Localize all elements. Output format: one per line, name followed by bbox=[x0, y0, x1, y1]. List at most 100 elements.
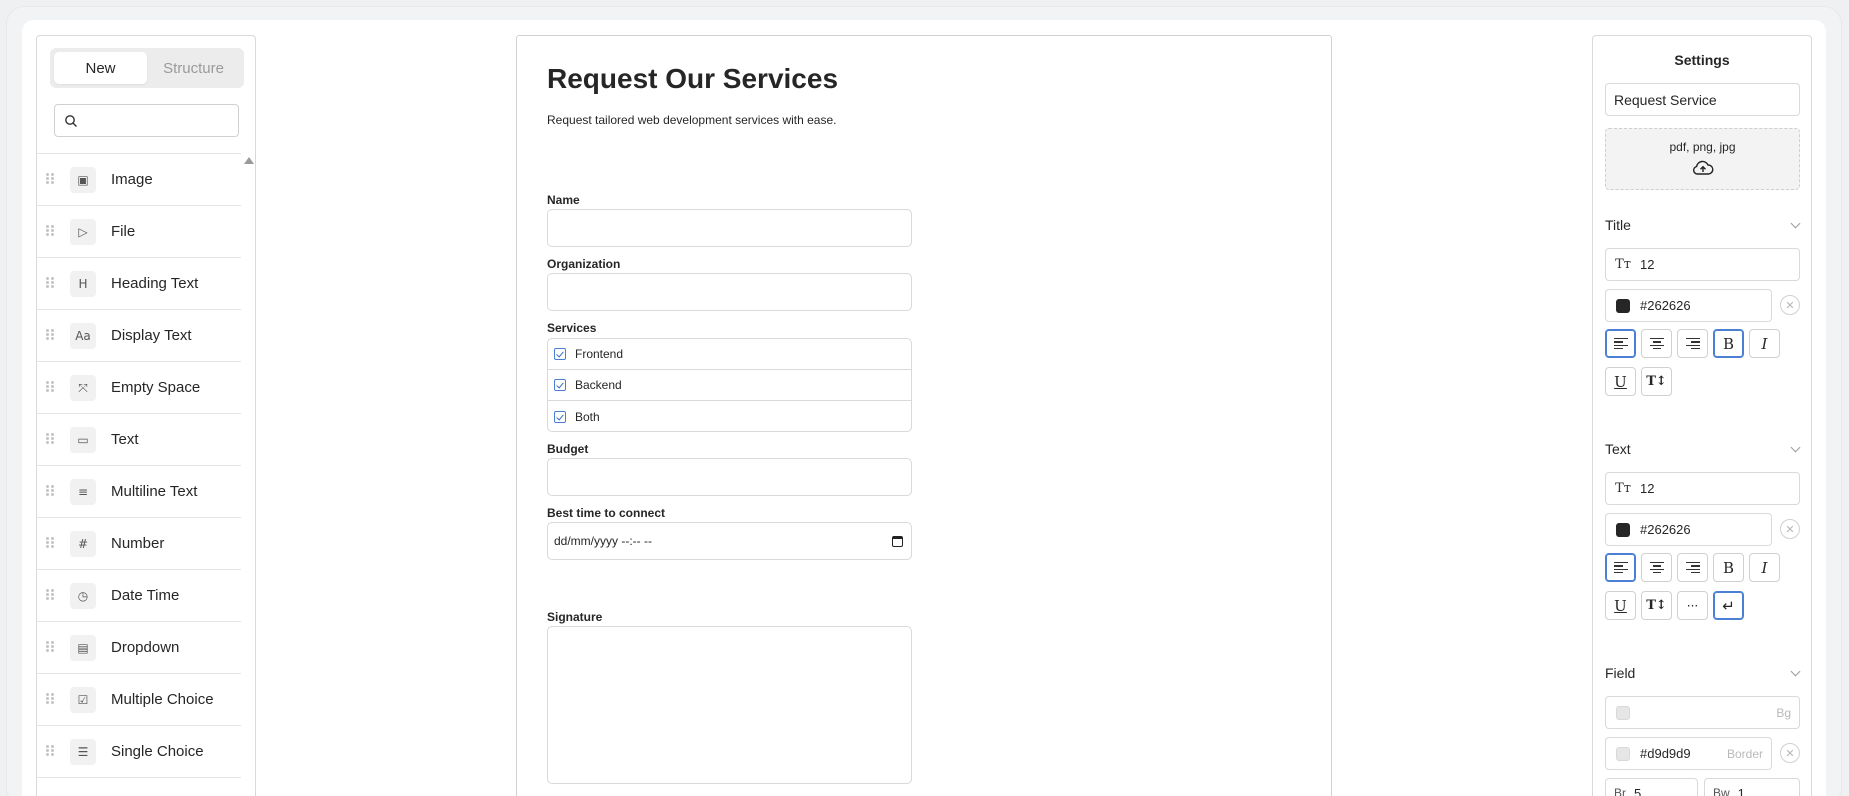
element-list-item[interactable]: ▣ Image bbox=[37, 154, 241, 206]
line-height-button[interactable]: T↕ bbox=[1641, 591, 1672, 620]
chevron-down-icon[interactable] bbox=[1790, 442, 1801, 453]
service-option-frontend[interactable]: Frontend bbox=[548, 339, 911, 370]
image-icon: ▣ bbox=[70, 167, 96, 193]
element-list-item[interactable]: ≡ Multiline Text bbox=[37, 466, 241, 518]
calendar-icon[interactable] bbox=[892, 536, 903, 547]
underline-button[interactable]: U bbox=[1605, 367, 1636, 396]
element-list-item[interactable]: ◷ Date Time bbox=[37, 570, 241, 622]
text-font-size-input[interactable]: Tт 12 bbox=[1605, 472, 1800, 505]
field-border-color-input[interactable]: #d9d9d9 Border bbox=[1605, 737, 1772, 770]
field-section-label[interactable]: Field bbox=[1605, 665, 1635, 681]
drag-handle-icon[interactable] bbox=[46, 641, 54, 653]
title-section-label[interactable]: Title bbox=[1605, 217, 1631, 233]
bold-button[interactable]: B bbox=[1713, 553, 1744, 582]
title-font-size-input[interactable]: Tт 12 bbox=[1605, 248, 1800, 281]
drag-handle-icon[interactable] bbox=[46, 589, 54, 601]
element-list-item[interactable]: ▭ Text bbox=[37, 414, 241, 466]
element-list-item[interactable]: ⤧ Empty Space bbox=[37, 362, 241, 414]
clear-color-icon[interactable]: ✕ bbox=[1780, 295, 1800, 315]
service-option-backend[interactable]: Backend bbox=[548, 370, 911, 401]
border-width-input[interactable]: Bw 1 bbox=[1704, 778, 1800, 796]
element-list-item-label: Text bbox=[111, 431, 139, 448]
drag-handle-icon[interactable] bbox=[46, 329, 54, 341]
clear-color-icon[interactable]: ✕ bbox=[1780, 519, 1800, 539]
drag-handle-icon[interactable] bbox=[46, 537, 54, 549]
element-list-item-label: Multiple Choice bbox=[111, 691, 214, 708]
italic-button[interactable]: I bbox=[1749, 553, 1780, 582]
drag-handle-icon[interactable] bbox=[46, 433, 54, 445]
name-input[interactable] bbox=[547, 209, 912, 247]
element-search-input[interactable] bbox=[54, 104, 239, 137]
service-option-both[interactable]: Both bbox=[548, 401, 911, 432]
settings-panel: Settings Request Service pdf, png, jpg T… bbox=[1592, 35, 1812, 796]
organization-input[interactable] bbox=[547, 273, 912, 311]
italic-button[interactable]: I bbox=[1749, 329, 1780, 358]
heading-icon: H bbox=[70, 271, 96, 297]
element-list-item[interactable]: # Number bbox=[37, 518, 241, 570]
budget-input[interactable] bbox=[547, 458, 912, 496]
drag-handle-icon[interactable] bbox=[46, 693, 54, 705]
form-name-input[interactable]: Request Service bbox=[1605, 83, 1800, 116]
bold-button[interactable]: B bbox=[1713, 329, 1744, 358]
color-swatch[interactable] bbox=[1616, 522, 1630, 537]
form-title[interactable]: Request Our Services bbox=[547, 63, 838, 95]
text-section-label[interactable]: Text bbox=[1605, 441, 1631, 457]
element-list-item-label: Date Time bbox=[111, 587, 180, 604]
element-list-item[interactable]: ☰ Single Choice bbox=[37, 726, 241, 778]
field-bg-color-input[interactable]: Bg bbox=[1605, 696, 1800, 729]
name-label: Name bbox=[547, 193, 580, 207]
align-right-button[interactable] bbox=[1677, 329, 1708, 358]
wrap-text-button[interactable]: ↵ bbox=[1713, 591, 1744, 620]
element-list-item[interactable]: H Heading Text bbox=[37, 258, 241, 310]
text-field-icon: ▭ bbox=[70, 427, 96, 453]
multiple-choice-icon: ☑ bbox=[70, 687, 96, 713]
checkbox-checked-icon[interactable] bbox=[554, 348, 566, 360]
drag-handle-icon[interactable] bbox=[46, 485, 54, 497]
align-center-button[interactable] bbox=[1641, 553, 1672, 582]
tab-structure[interactable]: Structure bbox=[147, 52, 240, 84]
align-left-button[interactable] bbox=[1605, 553, 1636, 582]
element-list-item[interactable]: ▤ Dropdown bbox=[37, 622, 241, 674]
title-color-input[interactable]: #262626 bbox=[1605, 289, 1772, 322]
drag-handle-icon[interactable] bbox=[46, 277, 54, 289]
element-list-item-label: Dropdown bbox=[111, 639, 180, 656]
element-list-item[interactable]: ☑ Multiple Choice bbox=[37, 674, 241, 726]
align-center-icon bbox=[1649, 336, 1664, 352]
form-subtitle[interactable]: Request tailored web development service… bbox=[547, 113, 837, 127]
signature-pad[interactable] bbox=[547, 626, 912, 784]
color-swatch[interactable] bbox=[1616, 705, 1630, 720]
drag-handle-icon[interactable] bbox=[46, 745, 54, 757]
align-center-button[interactable] bbox=[1641, 329, 1672, 358]
text-format-row-1: B I bbox=[1605, 553, 1780, 582]
dropdown-icon: ▤ bbox=[70, 635, 96, 661]
chevron-down-icon[interactable] bbox=[1790, 666, 1801, 677]
tab-new[interactable]: New bbox=[54, 52, 147, 84]
checkbox-checked-icon[interactable] bbox=[554, 410, 566, 423]
best-time-datetime-input[interactable]: dd/mm/yyyy --:-- -- bbox=[547, 522, 912, 560]
align-left-button[interactable] bbox=[1605, 329, 1636, 358]
underline-button[interactable]: U bbox=[1605, 591, 1636, 620]
chevron-down-icon[interactable] bbox=[1790, 218, 1801, 229]
checkbox-checked-icon[interactable] bbox=[554, 379, 566, 391]
element-list-item[interactable]: Aa Display Text bbox=[37, 310, 241, 362]
color-swatch[interactable] bbox=[1616, 298, 1630, 313]
title-format-row-2: U T↕ bbox=[1605, 367, 1672, 396]
align-right-icon bbox=[1685, 560, 1700, 576]
file-upload-dropzone[interactable]: pdf, png, jpg bbox=[1605, 128, 1800, 190]
color-swatch[interactable] bbox=[1616, 746, 1630, 761]
scroll-up-arrow[interactable] bbox=[244, 157, 254, 164]
text-color-input[interactable]: #262626 bbox=[1605, 513, 1772, 546]
align-right-button[interactable] bbox=[1677, 553, 1708, 582]
drag-handle-icon[interactable] bbox=[46, 173, 54, 185]
border-radius-input[interactable]: Br 5 bbox=[1605, 778, 1698, 796]
drag-handle-icon[interactable] bbox=[46, 381, 54, 393]
line-height-button[interactable]: T↕ bbox=[1641, 367, 1672, 396]
align-left-icon bbox=[1613, 336, 1628, 352]
align-center-icon bbox=[1649, 560, 1664, 576]
element-list-item[interactable]: ▷ File bbox=[37, 206, 241, 258]
drag-handle-icon[interactable] bbox=[46, 225, 54, 237]
organization-label: Organization bbox=[547, 257, 621, 271]
ellipsis-button[interactable]: ··· bbox=[1677, 591, 1708, 620]
element-list-item-label: Display Text bbox=[111, 327, 192, 344]
clear-color-icon[interactable]: ✕ bbox=[1780, 743, 1800, 763]
